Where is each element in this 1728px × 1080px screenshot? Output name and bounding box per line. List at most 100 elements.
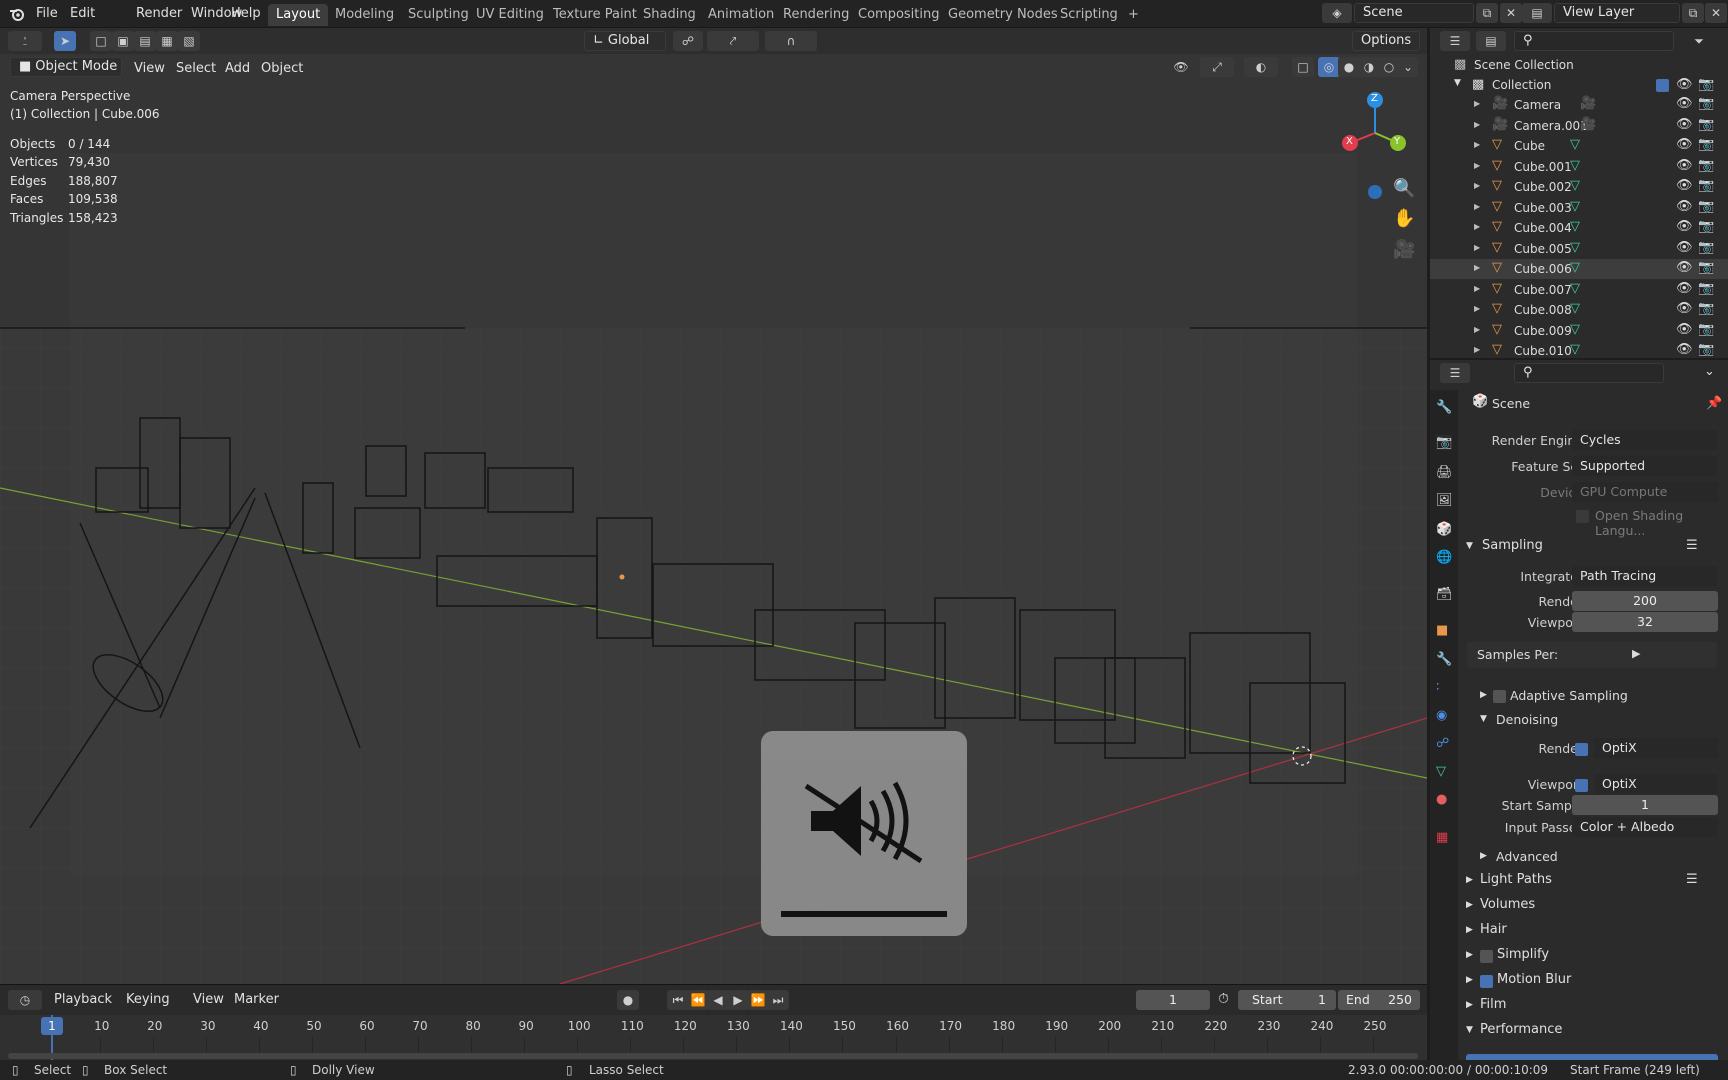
item-name[interactable]: Cube.009 — [1514, 324, 1572, 338]
item-name[interactable]: Cube.006 — [1514, 262, 1572, 276]
material-shading-icon[interactable]: ◑ — [1358, 57, 1380, 77]
tab-sculpting[interactable]: Sculpting — [400, 4, 477, 26]
playhead-frame[interactable]: 1 — [41, 1017, 63, 1035]
item-expand-icon[interactable]: ▶ — [1474, 120, 1480, 129]
denoise-render-dropdown[interactable]: OptiX — [1594, 738, 1718, 758]
outliner-item-row[interactable]: ▶ ▽ Cube.002 ▽ 👁 📷 — [1430, 177, 1728, 197]
samples-per-expand-icon[interactable]: ▶ — [1632, 647, 1640, 660]
timeline-menu-keying[interactable]: Keying — [126, 990, 170, 1010]
end-frame-field[interactable]: End 250 — [1338, 990, 1420, 1010]
hair-expand-icon[interactable]: ▶ — [1466, 925, 1473, 935]
physics-tab-icon[interactable]: ◉ — [1436, 708, 1447, 723]
item-name[interactable]: Cube — [1514, 139, 1545, 153]
item-name[interactable]: Cube.003 — [1514, 201, 1572, 215]
item-expand-icon[interactable]: ▶ — [1474, 222, 1480, 231]
feature-set-dropdown[interactable]: Supported — [1572, 456, 1718, 476]
denoising-label[interactable]: Denoising — [1496, 712, 1558, 727]
rendered-shading-icon[interactable]: ○ — [1378, 57, 1400, 77]
snap-icon[interactable]: ⤤ — [707, 31, 759, 51]
outliner-collection-row[interactable]: ▼ ▩ Collection 👁 📷 — [1430, 75, 1728, 95]
jump-end-icon[interactable]: ⏭ — [767, 990, 789, 1010]
camera-data-icon[interactable]: 🎥 — [1580, 96, 1596, 111]
item-name[interactable]: Camera — [1514, 98, 1561, 112]
delete-view-layer-icon[interactable]: ✕ — [1705, 3, 1727, 23]
mesh-data-icon[interactable]: ▽ — [1570, 260, 1580, 275]
select-tool-icon[interactable]: ➤ — [54, 31, 76, 51]
item-visibility-icon[interactable]: 👁 — [1676, 281, 1693, 296]
start-frame-field[interactable]: Start 1 — [1238, 990, 1336, 1010]
light-paths-expand-icon[interactable]: ▶ — [1466, 875, 1473, 885]
world-tab-icon[interactable]: 🌐 — [1436, 550, 1452, 565]
wireframe-shading-icon[interactable]: ◎ — [1318, 57, 1340, 77]
denoise-render-checkbox[interactable] — [1575, 743, 1588, 756]
start-sample-field[interactable]: 1 — [1572, 795, 1718, 815]
input-passes-dropdown[interactable]: Color + Albedo — [1572, 817, 1718, 837]
scene-tab-icon[interactable]: 🎲 — [1436, 522, 1452, 537]
performance-panel-header[interactable]: Performance — [1480, 1022, 1562, 1037]
prev-keyframe-icon[interactable]: ⏪ — [687, 990, 709, 1010]
item-expand-icon[interactable]: ▶ — [1474, 161, 1480, 170]
mesh-data-icon[interactable]: ▽ — [1570, 158, 1580, 173]
outliner-scene-collection-row[interactable]: ▩ Scene Collection — [1430, 55, 1728, 75]
item-render-icon[interactable]: 📷 — [1698, 199, 1714, 214]
viewport-menu-select[interactable]: Select — [176, 59, 216, 79]
tab-geometry-nodes[interactable]: Geometry Nodes — [940, 4, 1066, 26]
tab-texture-paint[interactable]: Texture Paint — [545, 4, 645, 26]
outliner-item-row[interactable]: ▶ ▽ Cube.005 ▽ 👁 📷 — [1430, 239, 1728, 259]
view-layer-browse-icon[interactable]: ▤ — [1522, 3, 1552, 23]
item-render-icon[interactable]: 📷 — [1698, 219, 1714, 234]
gizmo-toggle-icon[interactable]: ⤢ — [1200, 57, 1234, 77]
item-render-icon[interactable]: 📷 — [1698, 322, 1714, 337]
item-expand-icon[interactable]: ▶ — [1474, 99, 1480, 108]
viewport-menu-view[interactable]: View — [134, 59, 165, 79]
sampling-presets-icon[interactable]: ☰ — [1686, 538, 1698, 553]
item-visibility-icon[interactable]: 👁 — [1676, 260, 1693, 275]
camera-data-icon[interactable]: 🎥 — [1580, 117, 1596, 132]
item-render-icon[interactable]: 📷 — [1698, 158, 1714, 173]
denoise-viewport-dropdown[interactable]: OptiX — [1594, 774, 1718, 794]
menu-render[interactable]: Render — [130, 4, 188, 24]
particles-tab-icon[interactable]: ∶ — [1436, 680, 1439, 695]
mesh-data-icon[interactable]: ▽ — [1570, 281, 1580, 296]
select-new-icon[interactable]: □ — [90, 31, 112, 51]
timeline-menu-view[interactable]: View — [193, 990, 224, 1010]
mesh-data-icon[interactable]: ▽ — [1570, 240, 1580, 255]
menu-help[interactable]: Help — [225, 4, 267, 24]
item-expand-icon[interactable]: ▶ — [1474, 304, 1480, 313]
samples-per-row[interactable]: Samples Per: ▶ — [1467, 642, 1717, 668]
render-tab-icon[interactable]: 📷 — [1436, 435, 1453, 450]
adaptive-sampling-checkbox[interactable] — [1493, 690, 1506, 703]
sampling-collapse-icon[interactable]: ▼ — [1466, 541, 1473, 551]
motion-blur-panel-header[interactable]: Motion Blur — [1497, 972, 1571, 987]
solid-shading-icon[interactable]: ● — [1338, 57, 1360, 77]
next-keyframe-icon[interactable]: ⏩ — [747, 990, 769, 1010]
light-paths-presets-icon[interactable]: ☰ — [1686, 872, 1698, 887]
item-expand-icon[interactable]: ▶ — [1474, 284, 1480, 293]
item-expand-icon[interactable]: ▶ — [1474, 263, 1480, 272]
transform-orientation-dropdown[interactable]: ∟ Global — [584, 31, 666, 51]
overlay-toggle-icon[interactable]: ◐ — [1244, 57, 1278, 77]
camera-view-icon[interactable]: 🎥 — [1393, 239, 1415, 260]
viewport-samples-field[interactable]: 32 — [1572, 612, 1718, 632]
collection-visibility-icon[interactable]: 👁 — [1676, 77, 1693, 92]
motion-blur-expand-icon[interactable]: ▶ — [1466, 975, 1473, 985]
render-engine-dropdown[interactable]: Cycles — [1572, 430, 1718, 450]
material-tab-icon[interactable]: ● — [1436, 792, 1447, 807]
play-icon[interactable]: ▶ — [727, 990, 749, 1010]
item-render-icon[interactable]: 📷 — [1698, 96, 1714, 111]
outliner-item-row[interactable]: ▶ ▽ Cube.007 ▽ 👁 📷 — [1430, 280, 1728, 300]
mesh-data-icon[interactable]: ▽ — [1570, 322, 1580, 337]
item-render-icon[interactable]: 📷 — [1698, 240, 1714, 255]
timeline-menu-marker[interactable]: Marker — [234, 990, 279, 1010]
delete-scene-icon[interactable]: ✕ — [1500, 3, 1522, 23]
timeline-menu-playback[interactable]: Playback — [54, 990, 112, 1010]
constraints-tab-icon[interactable]: ☍ — [1436, 736, 1449, 751]
tool-tab-icon[interactable]: 🔧 — [1436, 400, 1452, 415]
integrator-dropdown[interactable]: Path Tracing — [1572, 566, 1718, 586]
filter-icon[interactable]: ⏷ — [1684, 31, 1714, 51]
outliner-item-row[interactable]: ▶ ▽ Cube.006 ▽ 👁 📷 — [1430, 259, 1728, 279]
item-visibility-icon[interactable]: 👁 — [1676, 158, 1693, 173]
editor-type-icon[interactable]: ⍘ — [8, 31, 42, 51]
timeline-editor-type-icon[interactable]: ◷ — [8, 990, 42, 1010]
mesh-data-icon[interactable]: ▽ — [1570, 199, 1580, 214]
